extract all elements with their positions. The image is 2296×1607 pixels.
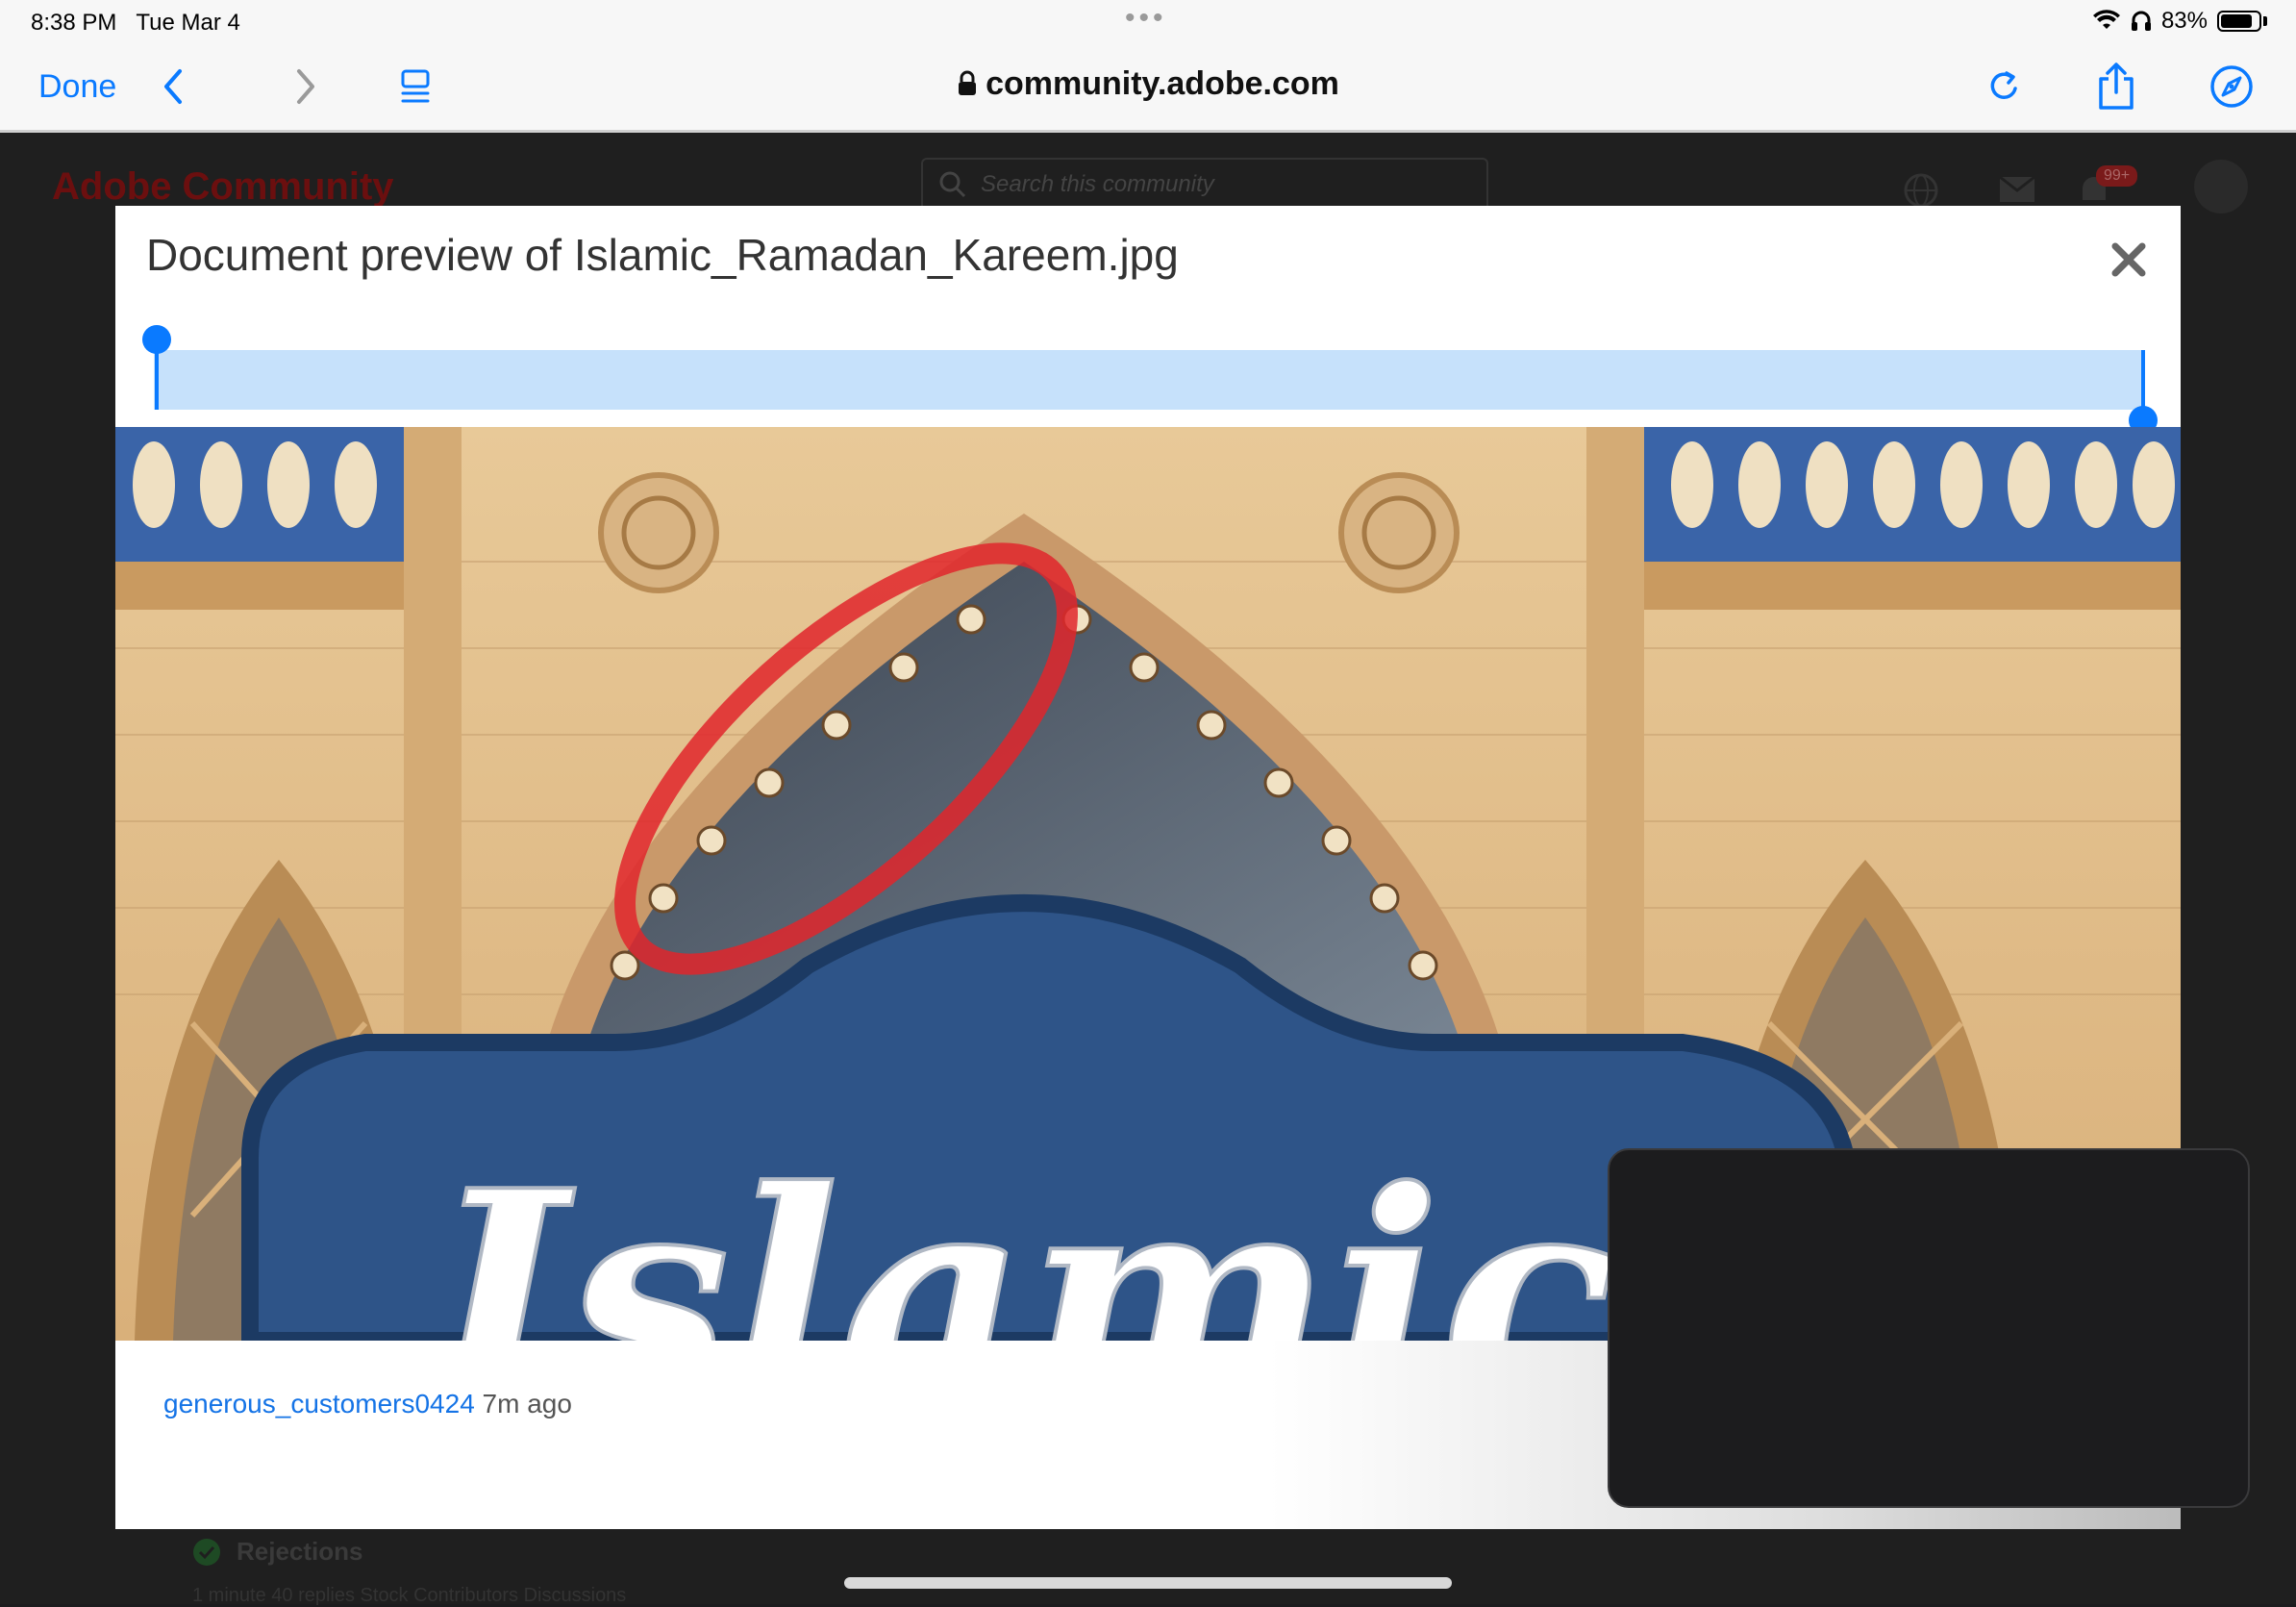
battery-tip [2263,16,2267,26]
battery-icon [2217,11,2261,32]
status-bar: 8:38 PM Tue Mar 4 ••• 83% [0,0,2296,46]
share-button[interactable] [2092,60,2140,113]
check-circle-icon [193,1538,220,1566]
adobe-community-logo: Adobe Community [52,165,394,208]
image-banner-text: Islamic [424,1127,1617,1341]
battery-percent: 83% [2160,8,2208,34]
search-placeholder: Search this community [981,171,1214,197]
compass-button[interactable] [2208,60,2256,113]
globe-icon [1904,173,1938,208]
reload-button[interactable] [1983,60,2027,113]
author-time: 7m ago [482,1389,572,1419]
selection-end-line [2141,350,2145,410]
mail-icon [1999,175,2035,202]
notification-badge: 99+ [2096,165,2138,187]
picture-in-picture-window[interactable] [1608,1148,2250,1508]
battery-level [2221,14,2252,28]
avatar [2194,160,2248,213]
status-indicators: 83% [2092,8,2267,35]
compass-icon [2210,65,2253,108]
status-time-text: 8:38 PM [31,10,117,36]
author-link[interactable]: generous_customers0424 [163,1389,475,1419]
address-bar[interactable]: community.adobe.com [0,65,2296,103]
status-date-text: Tue Mar 4 [136,10,240,36]
rejections-label: Rejections [237,1537,363,1566]
reload-icon [1990,71,2017,99]
lock-icon [959,70,977,95]
wifi-icon [2092,10,2120,29]
home-indicator[interactable] [844,1577,1452,1589]
close-icon [2111,242,2146,277]
modal-title: Document preview of Islamic_Ramadan_Kare… [146,230,1179,280]
share-icon [2099,63,2134,110]
selection-start-handle[interactable] [142,325,171,354]
text-selection-highlight [154,350,2144,410]
attachment-author: generous_customers0424 7m ago [163,1389,572,1419]
community-search-input: Search this community [921,158,1488,212]
url-text: community.adobe.com [986,65,1339,102]
rejections-thread: Rejections [192,1537,363,1567]
headphones-icon [2131,11,2151,31]
browser-toolbar: Done community.adobe.com [0,46,2296,133]
close-button[interactable] [2109,240,2148,279]
search-icon [939,171,966,198]
status-time: 8:38 PM Tue Mar 4 [31,10,240,37]
multitasking-dots-icon[interactable]: ••• [1125,2,1167,35]
